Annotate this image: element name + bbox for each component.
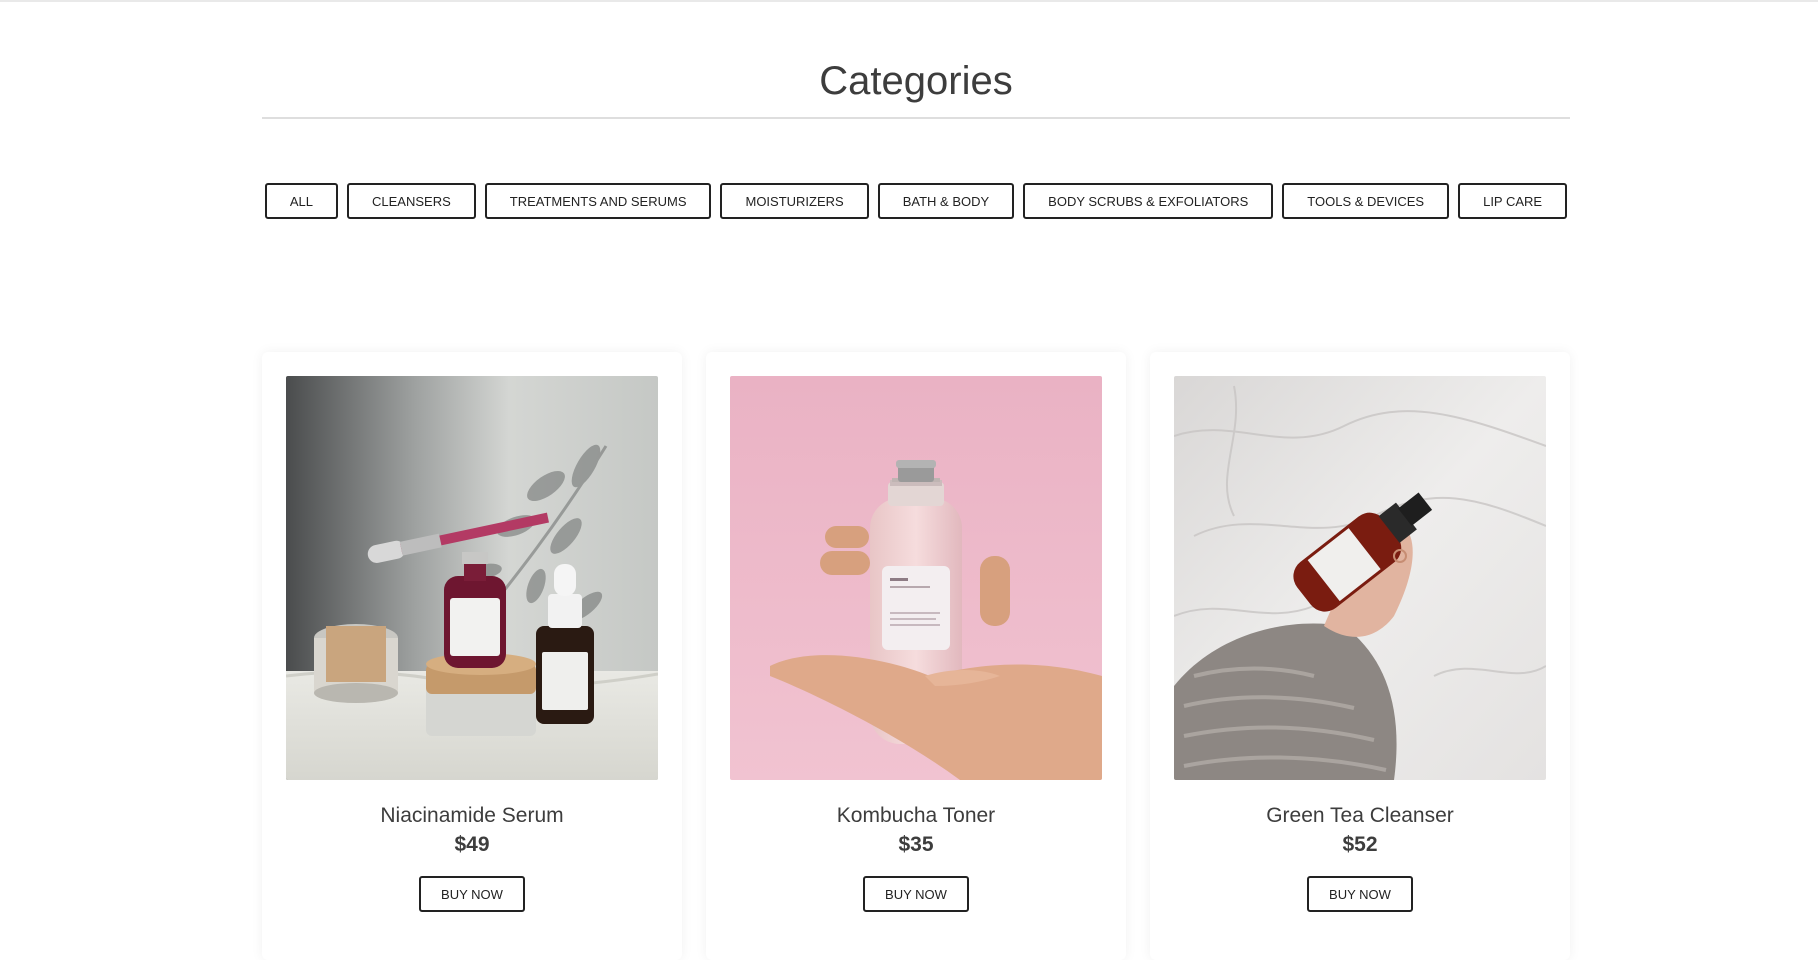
product-card: Kombucha Toner $35 BUY NOW <box>706 352 1126 960</box>
filter-tools-devices-button[interactable]: TOOLS & DEVICES <box>1282 183 1450 219</box>
filter-treatments-serums-button[interactable]: TREATMENTS AND SERUMS <box>484 183 712 219</box>
filter-cleansers-button[interactable]: CLEANSERS <box>347 183 476 219</box>
filter-bath-body-button[interactable]: BATH & BODY <box>877 183 1015 219</box>
product-price: $49 <box>454 833 490 856</box>
product-name: Niacinamide Serum <box>380 804 564 827</box>
product-name: Green Tea Cleanser <box>1266 804 1454 827</box>
page-title: Categories <box>819 59 1013 103</box>
product-name: Kombucha Toner <box>836 804 996 827</box>
product-price: $52 <box>1342 833 1378 856</box>
filter-moisturizers-button[interactable]: MOISTURIZERS <box>720 183 869 219</box>
product-grid: Niacinamide Serum $49 BUY NOW Kombucha T… <box>262 352 1570 960</box>
filter-lip-care-button[interactable]: LIP CARE <box>1458 183 1568 219</box>
product-card: Niacinamide Serum $49 BUY NOW <box>262 352 682 960</box>
title-divider <box>262 117 1570 119</box>
buy-now-button[interactable]: BUY NOW <box>1307 876 1413 912</box>
product-image-cleanser[interactable] <box>1174 376 1546 780</box>
filter-all-button[interactable]: ALL <box>264 183 339 219</box>
product-price: $35 <box>898 833 934 856</box>
categories-page: Categories ALL CLEANSERS TREATMENTS AND … <box>262 0 1570 960</box>
product-image-serum[interactable] <box>286 376 658 780</box>
category-filter-bar: ALL CLEANSERS TREATMENTS AND SERUMS MOIS… <box>262 183 1570 219</box>
product-card: Green Tea Cleanser $52 BUY NOW <box>1150 352 1570 960</box>
buy-now-button[interactable]: BUY NOW <box>419 876 525 912</box>
product-image-toner[interactable] <box>730 376 1102 780</box>
filter-body-scrubs-button[interactable]: BODY SCRUBS & EXFOLIATORS <box>1023 183 1274 219</box>
buy-now-button[interactable]: BUY NOW <box>863 876 969 912</box>
